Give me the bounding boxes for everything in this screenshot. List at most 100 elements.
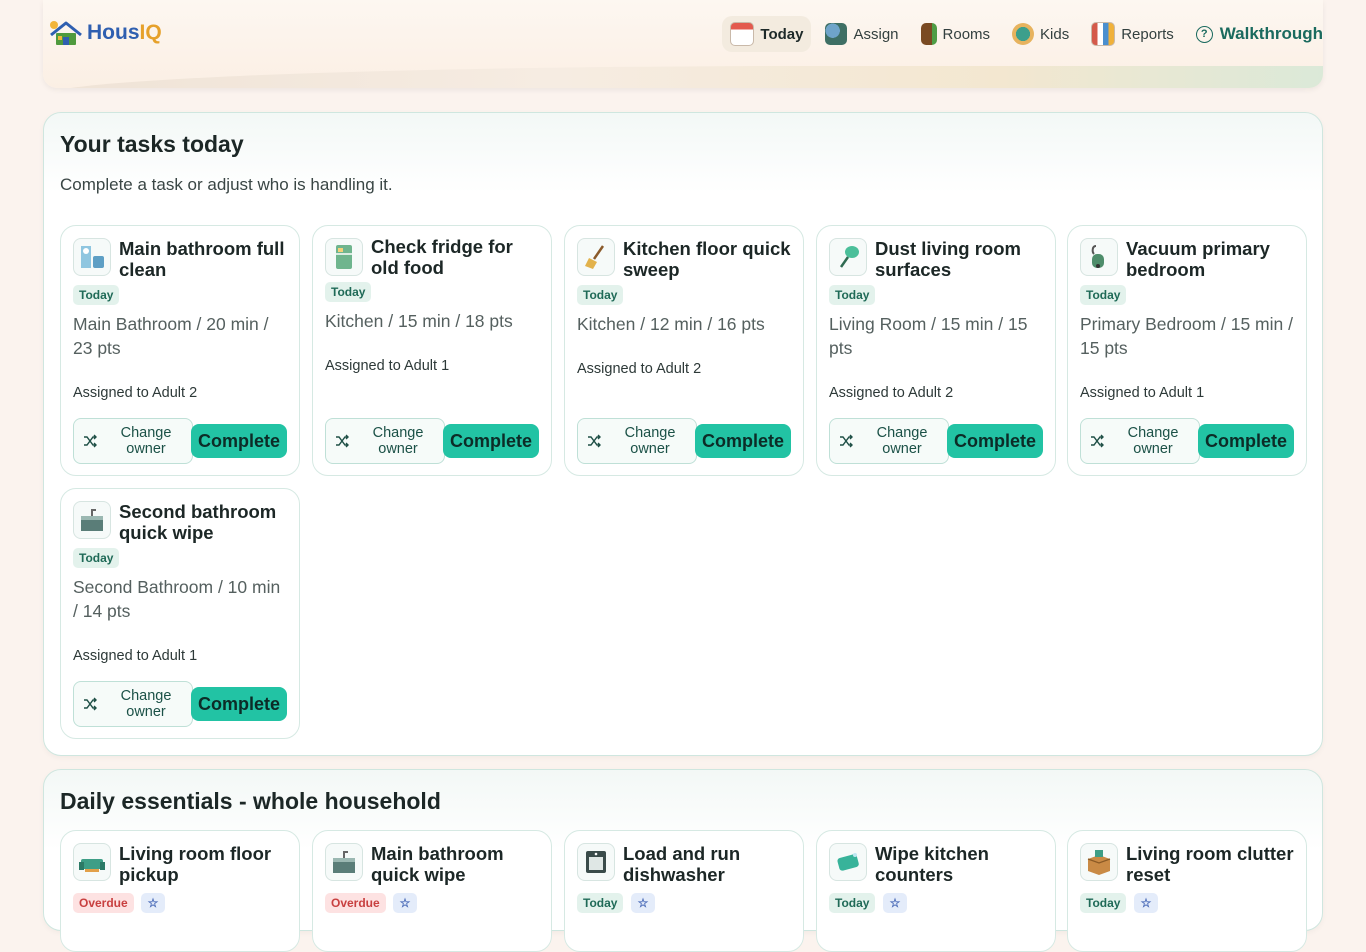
change-owner-label: Change owner	[1127, 425, 1179, 457]
change-owner-label: Change owner	[120, 425, 172, 457]
nav-today-label: Today	[760, 25, 804, 43]
nav-assign-label: Assign	[853, 25, 899, 43]
task-title: Living room floor pickup	[119, 843, 272, 885]
calendar-icon	[730, 22, 755, 46]
vacuum-icon	[1080, 238, 1118, 276]
task-title: Dust living room surfaces	[875, 238, 1021, 280]
star-badge: ☆	[393, 893, 417, 913]
complete-button[interactable]: Complete	[695, 424, 791, 458]
door-icon	[920, 23, 937, 45]
bathroom-icon	[73, 238, 111, 276]
shuffle-icon	[336, 434, 349, 448]
shuffle-icon	[84, 697, 97, 711]
status-badge: Today	[73, 285, 120, 305]
assigned-label: Assigned to Adult 1	[73, 648, 198, 664]
complete-button[interactable]: Complete	[1198, 424, 1294, 458]
status-badge: Today	[577, 285, 624, 305]
change-owner-button[interactable]: Change owner	[325, 418, 445, 464]
status-badge: Today	[325, 282, 372, 302]
nav-kids-label: Kids	[1040, 25, 1070, 43]
dishwasher-icon	[577, 843, 615, 881]
change-owner-button[interactable]: Change owner	[829, 418, 949, 464]
daily-essentials-section: Daily essentials - whole household Livin…	[43, 769, 1323, 952]
header-decoration	[43, 66, 1323, 88]
walkthrough-label: Walkthrough	[1219, 24, 1323, 43]
task-card: Wipe kitchen counters Today ☆	[816, 830, 1056, 952]
star-badge: ☆	[1134, 893, 1158, 913]
complete-button[interactable]: Complete	[191, 424, 287, 458]
task-title: Kitchen floor quick sweep	[623, 238, 791, 280]
nav-kids[interactable]: Kids	[1004, 17, 1077, 51]
logo-text-hous: Hous	[87, 21, 140, 44]
task-title: Second bathroom quick wipe	[119, 501, 277, 543]
tasks-today-section: Your tasks today Complete a task or adju…	[43, 112, 1323, 756]
task-title: Main bathroom quick wipe	[371, 843, 504, 885]
task-card: Kitchen floor quick sweep Today Kitchen …	[564, 225, 804, 476]
task-card: Load and run dishwasher Today ☆	[564, 830, 804, 952]
house-logo-icon	[50, 21, 82, 45]
star-badge: ☆	[631, 893, 655, 913]
assigned-label: Assigned to Adult 1	[325, 358, 450, 374]
status-badge: Today	[1080, 893, 1127, 913]
reports-icon	[1091, 22, 1116, 46]
sink-icon	[73, 501, 111, 539]
complete-button[interactable]: Complete	[191, 687, 287, 721]
assigned-label: Assigned to Adult 1	[1080, 385, 1205, 401]
section-title: Daily essentials - whole household	[60, 788, 441, 814]
shuffle-icon	[1091, 434, 1104, 448]
task-card: Main bathroom quick wipe Overdue ☆	[312, 830, 552, 952]
app-logo[interactable]: Hous IQ	[47, 18, 162, 48]
task-meta: Primary Bedroom / 15 min / 15 pts	[1080, 314, 1293, 358]
task-card: Vacuum primary bedroom Today Primary Bed…	[1067, 225, 1307, 476]
task-title: Check fridge for old food	[371, 236, 513, 278]
sponge-icon	[829, 843, 867, 881]
task-title: Living room clutter reset	[1126, 843, 1294, 885]
walkthrough-link[interactable]: ? Walkthrough	[1195, 24, 1323, 44]
task-card: Living room clutter reset Today ☆	[1067, 830, 1307, 952]
section-subtitle: Complete a task or adjust who is handlin…	[60, 175, 393, 194]
change-owner-label: Change owner	[372, 425, 424, 457]
star-badge: ☆	[141, 893, 165, 913]
assigned-label: Assigned to Adult 2	[829, 385, 954, 401]
fridge-icon	[325, 238, 363, 276]
task-title: Load and run dishwasher	[623, 843, 741, 885]
complete-button[interactable]: Complete	[947, 424, 1043, 458]
assign-icon	[825, 23, 848, 45]
top-header: Hous IQ Today Assign Rooms Kids Reports ?…	[43, 0, 1323, 88]
assigned-label: Assigned to Adult 2	[577, 361, 702, 377]
task-meta: Main Bathroom / 20 min / 23 pts	[73, 314, 269, 358]
task-meta: Living Room / 15 min / 15 pts	[829, 314, 1028, 358]
status-badge: Today	[1080, 285, 1127, 305]
task-title: Wipe kitchen counters	[875, 843, 989, 885]
task-card: Dust living room surfaces Today Living R…	[816, 225, 1056, 476]
duster-icon	[829, 238, 867, 276]
shuffle-icon	[84, 434, 97, 448]
task-card: Main bathroom full clean Today Main Bath…	[60, 225, 300, 476]
change-owner-button[interactable]: Change owner	[73, 418, 193, 464]
status-badge: Overdue	[325, 893, 386, 913]
change-owner-label: Change owner	[624, 425, 676, 457]
status-badge: Today	[577, 893, 624, 913]
task-card: Living room floor pickup Overdue ☆	[60, 830, 300, 952]
nav-reports[interactable]: Reports	[1083, 16, 1182, 52]
task-title: Main bathroom full clean	[119, 238, 285, 280]
nav-rooms[interactable]: Rooms	[913, 17, 999, 51]
change-owner-button[interactable]: Change owner	[1080, 418, 1200, 464]
broom-icon	[577, 238, 615, 276]
sofa-icon	[73, 843, 111, 881]
status-badge: Today	[73, 548, 120, 568]
change-owner-button[interactable]: Change owner	[73, 681, 193, 727]
kids-icon	[1012, 23, 1035, 45]
change-owner-button[interactable]: Change owner	[577, 418, 697, 464]
nav-today[interactable]: Today	[722, 16, 812, 52]
main-nav: Today Assign Rooms Kids Reports ? Walkth…	[722, 16, 1323, 52]
task-card: Check fridge for old food Today Kitchen …	[312, 225, 552, 476]
star-badge: ☆	[883, 893, 907, 913]
complete-button[interactable]: Complete	[443, 424, 539, 458]
change-owner-label: Change owner	[876, 425, 928, 457]
nav-assign[interactable]: Assign	[817, 17, 906, 51]
task-meta: Kitchen / 12 min / 16 pts	[577, 314, 765, 334]
change-owner-label: Change owner	[120, 688, 172, 720]
box-icon	[1080, 843, 1118, 881]
status-badge: Today	[829, 893, 876, 913]
